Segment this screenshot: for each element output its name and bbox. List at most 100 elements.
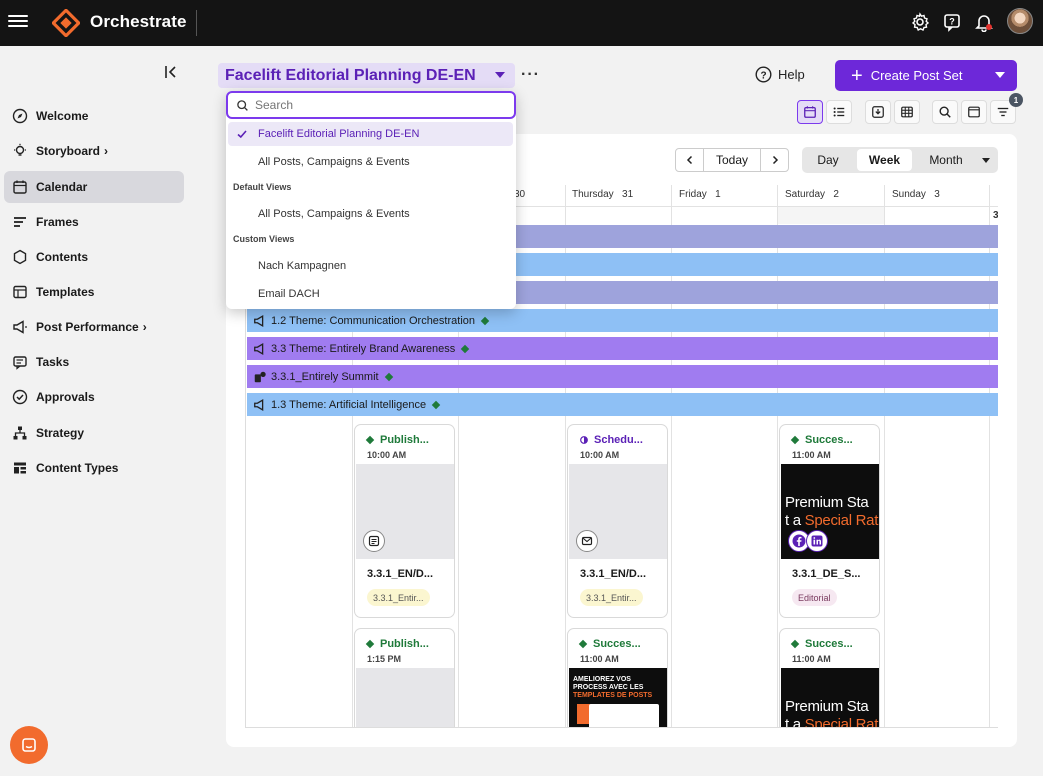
view-mode-toggle: Day Week Month	[802, 147, 998, 173]
post-status: Succes...	[790, 434, 853, 446]
campaign-bar[interactable]: 1.2 Theme: Communication Orchestration	[247, 309, 998, 332]
sidebar-item-strategy[interactable]: Strategy	[4, 417, 184, 449]
hierarchy-icon	[13, 426, 27, 440]
sidebar-item-welcome[interactable]: Welcome	[4, 100, 184, 132]
support-chat-button[interactable]	[10, 726, 48, 764]
status-diamond-icon	[480, 316, 490, 325]
download-button[interactable]	[865, 100, 891, 124]
templates-icon	[13, 285, 27, 299]
facebook-icon	[792, 534, 806, 548]
help-chat-icon[interactable]: ?	[942, 12, 962, 32]
post-card[interactable]: Succes... 11:00 AM Premium Sta t a Speci…	[779, 424, 880, 618]
campaign-label: 3.3.1_Entirely Summit	[271, 370, 379, 383]
window-button[interactable]	[961, 100, 987, 124]
view-search-input[interactable]	[255, 98, 495, 112]
search-button[interactable]	[932, 100, 958, 124]
view-selector[interactable]: Facelift Editorial Planning DE-EN	[218, 63, 515, 88]
dropdown-item-custom[interactable]: Nach Kampagnen	[228, 254, 513, 278]
day-head-saturday: Saturday 2	[785, 189, 839, 200]
post-time: 10:00 AM	[367, 450, 407, 460]
campaign-bar[interactable]: 1.3 Theme: Artificial Intelligence	[247, 393, 998, 416]
sidebar-item-label: Templates	[36, 285, 95, 299]
sidebar-item-label: Welcome	[36, 109, 89, 123]
megaphone-icon	[254, 314, 264, 327]
sidebar-item-calendar[interactable]: Calendar	[4, 171, 184, 203]
gear-icon[interactable]	[910, 12, 930, 32]
post-status: Publish...	[365, 638, 429, 650]
check-icon	[237, 130, 247, 139]
promo-screen	[589, 704, 659, 727]
dropdown-item-custom[interactable]: Email DACH	[228, 282, 513, 306]
post-card[interactable]: Publish... 1:15 PM	[354, 628, 455, 727]
post-thumbnail: AMELIOREZ VOS PROCESS AVEC LES TEMPLATES…	[569, 668, 667, 727]
campaign-bar[interactable]: 3.3.1_Entirely Summit	[247, 365, 998, 388]
channel-badge	[576, 530, 598, 552]
sidebar-item-contents[interactable]: Contents	[4, 241, 184, 273]
next-week-button[interactable]	[760, 148, 789, 172]
post-status: Schedu...	[580, 434, 643, 446]
sidebar-item-storyboard[interactable]: Storyboard ›	[4, 135, 184, 167]
week-view-button[interactable]: Week	[857, 149, 912, 171]
collapse-sidebar-icon[interactable]	[163, 64, 179, 80]
post-tag: 3.3.1_Entir...	[580, 589, 643, 606]
post-time: 11:00 AM	[580, 654, 619, 664]
post-title: 3.3.1_DE_S...	[792, 568, 861, 580]
prev-week-button[interactable]	[675, 148, 704, 172]
sidebar-item-post-performance[interactable]: Post Performance ›	[4, 311, 184, 343]
chevron-right-icon	[772, 155, 778, 165]
post-status: Succes...	[790, 638, 853, 650]
dropdown-group-custom: Custom Views	[233, 234, 295, 244]
window-icon	[968, 106, 980, 118]
post-card[interactable]: Schedu... 10:00 AM 3.3.1_EN/D... 3.3.1_E…	[567, 424, 668, 618]
sidebar-item-frames[interactable]: Frames	[4, 206, 184, 238]
help-button[interactable]: ? Help	[755, 66, 805, 83]
caret-down-icon[interactable]	[982, 158, 990, 163]
dropdown-item-default-all[interactable]: All Posts, Campaigns & Events	[228, 202, 513, 226]
dropdown-item-all-posts[interactable]: All Posts, Campaigns & Events	[228, 150, 513, 174]
calendar-view-button[interactable]	[797, 100, 823, 124]
status-diamond-icon	[384, 372, 393, 381]
campaign-label: 3.3 Theme: Entirely Brand Awareness	[271, 342, 456, 355]
sidebar-item-tasks[interactable]: Tasks	[4, 346, 184, 378]
sidebar-item-approvals[interactable]: Approvals	[4, 381, 184, 413]
post-card[interactable]: Succes... 11:00 AM Premium Sta t a Speci…	[779, 628, 880, 727]
post-card[interactable]: Publish... 10:00 AM 3.3.1_EN/D... 3.3.1_…	[354, 424, 455, 618]
create-post-set-button[interactable]: + Create Post Set	[835, 60, 1017, 91]
post-card[interactable]: Succes... 11:00 AM AMELIOREZ VOS PROCESS…	[567, 628, 668, 727]
calendar-icon	[804, 106, 816, 118]
help-label: Help	[778, 67, 805, 82]
today-button[interactable]: Today	[703, 148, 761, 172]
chevron-left-icon	[686, 155, 692, 165]
megaphone-icon	[254, 342, 264, 355]
status-diamond-icon	[461, 344, 470, 353]
post-time: 10:00 AM	[580, 450, 620, 460]
month-view-button[interactable]: Month	[920, 149, 972, 171]
event-icon	[254, 371, 266, 382]
list-view-button[interactable]	[826, 100, 852, 124]
sidebar-item-templates[interactable]: Templates	[4, 276, 184, 308]
caret-down-icon[interactable]	[995, 72, 1005, 78]
menu-icon[interactable]	[8, 12, 28, 32]
day-head-friday: Friday 1	[679, 189, 721, 200]
filter-icon	[997, 107, 1009, 117]
avatar[interactable]	[1007, 8, 1033, 34]
article-icon	[368, 535, 380, 547]
search-icon	[939, 106, 951, 118]
linkedin-icon	[811, 535, 823, 547]
day-view-button[interactable]: Day	[806, 149, 850, 171]
sidebar-item-content-types[interactable]: Content Types	[4, 452, 184, 484]
table-button[interactable]	[894, 100, 920, 124]
hexagon-icon	[13, 249, 27, 265]
sidebar-item-label: Post Performance	[36, 320, 139, 334]
linkedin-badge	[806, 530, 828, 552]
campaign-bar[interactable]: 3.3 Theme: Entirely Brand Awareness	[247, 337, 998, 360]
dropdown-item-selected[interactable]: Facelift Editorial Planning DE-EN	[228, 122, 513, 146]
sidebar-item-label: Tasks	[36, 355, 70, 369]
lightbulb-icon	[14, 143, 26, 156]
post-status: Succes...	[578, 638, 641, 650]
svg-text:?: ?	[949, 17, 955, 27]
top-divider	[196, 10, 197, 36]
post-time: 11:00 AM	[792, 450, 831, 460]
post-time: 1:15 PM	[367, 654, 402, 664]
more-options-icon[interactable]: ···	[521, 66, 540, 84]
